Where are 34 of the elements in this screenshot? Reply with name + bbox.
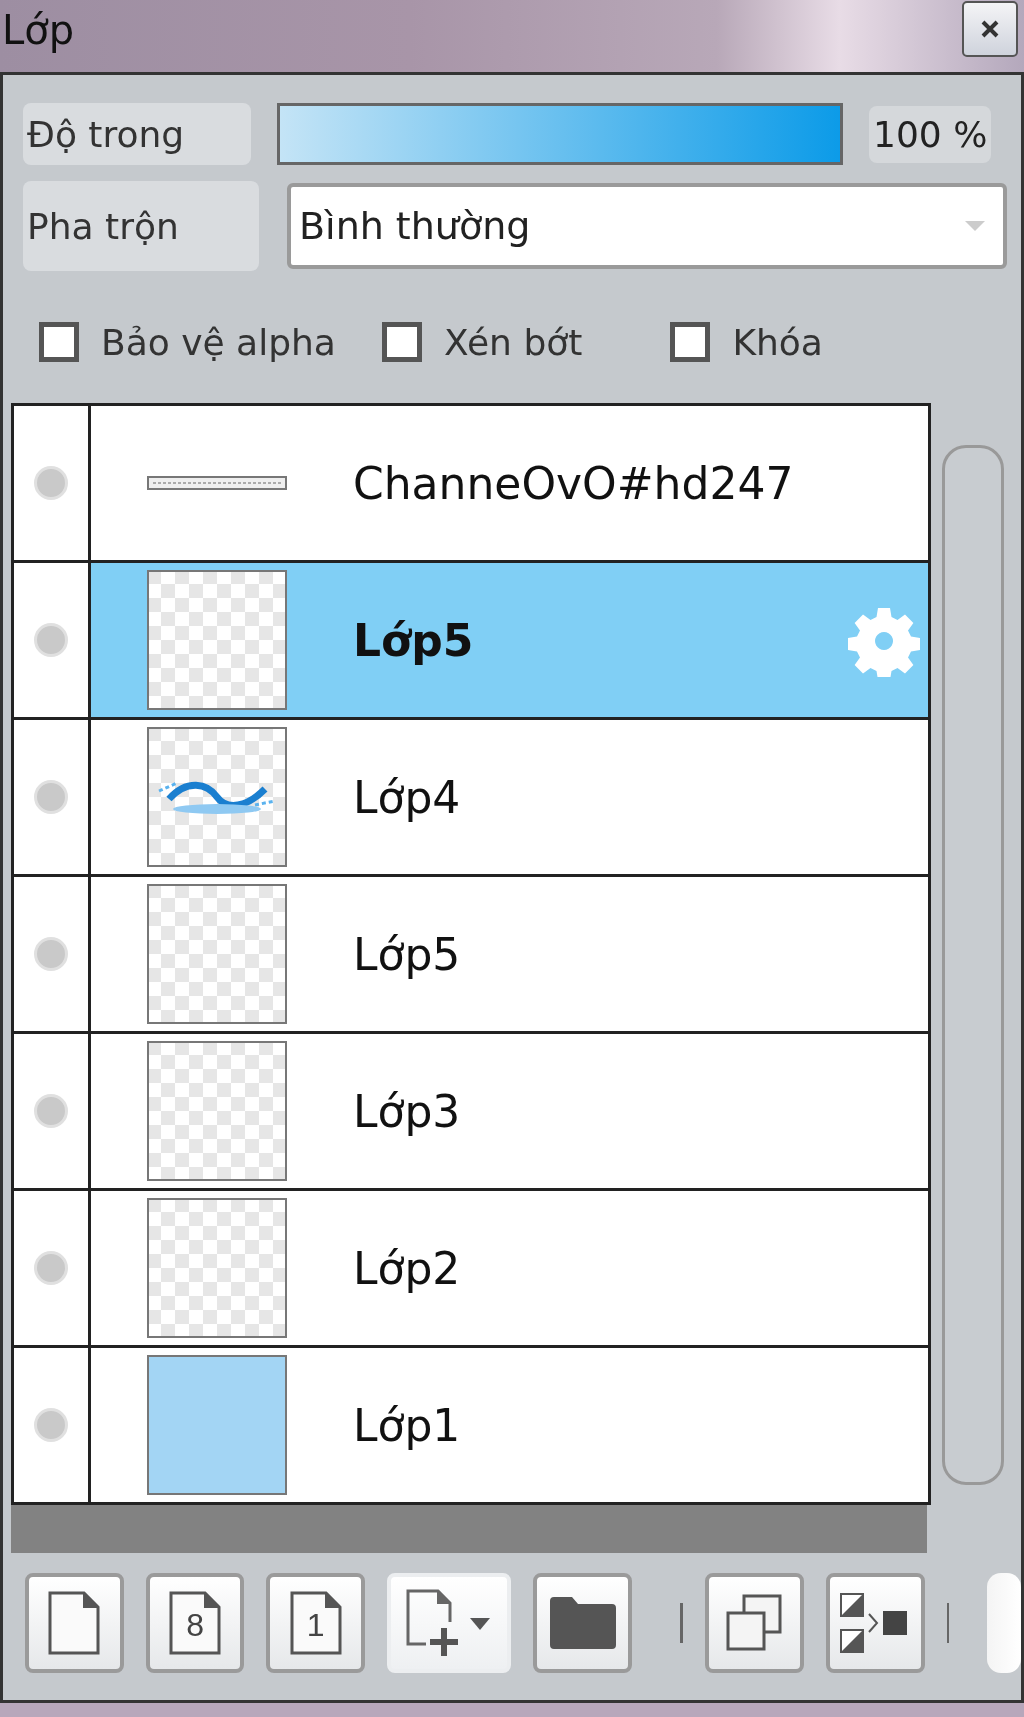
page-icon [167, 1590, 224, 1656]
visibility-toggle[interactable] [34, 1251, 68, 1285]
visibility-toggle[interactable] [34, 780, 68, 814]
blend-dropdown[interactable]: Bình thường [287, 183, 1007, 269]
scrollbar-thumb[interactable] [987, 1573, 1021, 1673]
close-button[interactable] [962, 1, 1018, 57]
new-folder-button[interactable] [533, 1573, 633, 1673]
new-layer-button[interactable]: 1 [266, 1573, 366, 1673]
settings-icon[interactable] [848, 605, 920, 677]
checkbox-label: Bảo vệ alpha [101, 321, 336, 363]
checkbox[interactable] [670, 322, 711, 362]
checkbox-label: Khóa [732, 321, 823, 363]
dropdown-arrow-icon [963, 219, 987, 233]
duplicate-icon [724, 1593, 785, 1653]
add-layer-button[interactable] [387, 1573, 512, 1673]
folder-icon [547, 1595, 618, 1651]
layer-row[interactable]: Lớp5 [91, 563, 928, 717]
visibility-toggle[interactable] [34, 937, 68, 971]
page-icon [46, 1590, 103, 1656]
new-layer-button[interactable] [25, 1573, 124, 1673]
blend-label: Pha trộn [23, 181, 259, 271]
new-layer-button[interactable]: 8 [145, 1573, 245, 1673]
checkbox[interactable] [381, 322, 422, 362]
visibility-toggle[interactable] [34, 466, 68, 500]
checkbox-label: Xén bớt [443, 321, 583, 363]
visibility-toggle[interactable] [34, 1094, 68, 1128]
opacity-label: Độ trong [23, 103, 251, 165]
visibility-toggle[interactable] [34, 623, 68, 657]
visibility-toggle[interactable] [34, 1408, 68, 1442]
merge-button[interactable] [825, 1573, 925, 1673]
checkbox[interactable] [39, 322, 79, 362]
opacity-value: 100 % [869, 105, 992, 163]
window-title: Lớp [2, 7, 75, 53]
duplicate-button[interactable] [705, 1573, 804, 1673]
